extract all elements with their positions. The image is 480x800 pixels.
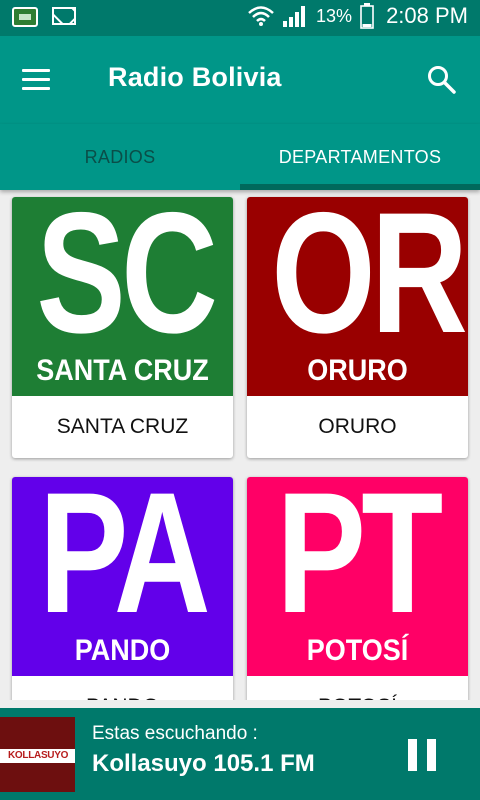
department-image: OR ORURO: [247, 197, 468, 396]
department-card-oruro[interactable]: OR ORURO ORURO: [247, 197, 468, 458]
tab-bar: RADIOS DEPARTAMENTOS: [0, 124, 480, 190]
department-image: SC SANTA CRUZ: [12, 197, 233, 396]
department-image: PT POTOSÍ: [247, 477, 468, 676]
department-image-label: SANTA CRUZ: [36, 354, 209, 387]
department-image-label: POTOSÍ: [306, 634, 409, 667]
department-label: PANDO: [12, 676, 233, 700]
tab-departamentos[interactable]: DEPARTAMENTOS: [240, 124, 480, 190]
department-abbreviation: PT: [276, 477, 443, 649]
battery-percent: 13%: [316, 5, 353, 26]
department-abbreviation: OR: [271, 197, 468, 369]
status-bar: 13% 2:08 PM: [0, 0, 480, 36]
department-card-santa-cruz[interactable]: SC SANTA CRUZ SANTA CRUZ: [12, 197, 233, 458]
app-bar: Radio Bolivia: [0, 36, 480, 124]
department-image: PA PANDO: [12, 477, 233, 676]
menu-icon[interactable]: [22, 69, 50, 91]
clock: 2:08 PM: [386, 3, 468, 28]
department-card-pando[interactable]: PA PANDO PANDO: [12, 477, 233, 700]
battery-icon: [360, 3, 374, 29]
department-image-label: ORURO: [307, 354, 408, 387]
department-abbreviation: SC: [36, 197, 218, 369]
tab-radios[interactable]: RADIOS: [0, 124, 240, 190]
now-playing-caption: Estas escuchando :: [92, 723, 258, 744]
department-label: SANTA CRUZ: [56, 415, 189, 438]
departments-grid: SC SANTA CRUZ SANTA CRUZ OR ORURO ORURO …: [0, 190, 480, 700]
wifi-icon: [248, 4, 274, 28]
signal-icon: [282, 4, 308, 28]
department-label: POTOSÍ: [247, 676, 468, 700]
station-logo-text: KOLLASUYO: [8, 750, 69, 761]
pause-icon[interactable]: [408, 739, 436, 771]
app-title: Radio Bolivia: [108, 62, 282, 92]
department-abbreviation: PA: [38, 477, 211, 649]
department-label: ORURO: [318, 415, 397, 438]
now-playing-bar[interactable]: KOLLASUYO Estas escuchando : Kollasuyo 1…: [0, 708, 480, 800]
mail-icon: [52, 7, 76, 25]
station-logo: KOLLASUYO: [0, 717, 75, 792]
radio-app-icon: [12, 7, 38, 27]
now-playing-station: Kollasuyo 105.1 FM: [92, 750, 315, 777]
search-icon[interactable]: [426, 64, 458, 96]
department-image-label: PANDO: [74, 634, 171, 667]
department-card-potosi[interactable]: PT POTOSÍ POTOSÍ: [247, 477, 468, 700]
